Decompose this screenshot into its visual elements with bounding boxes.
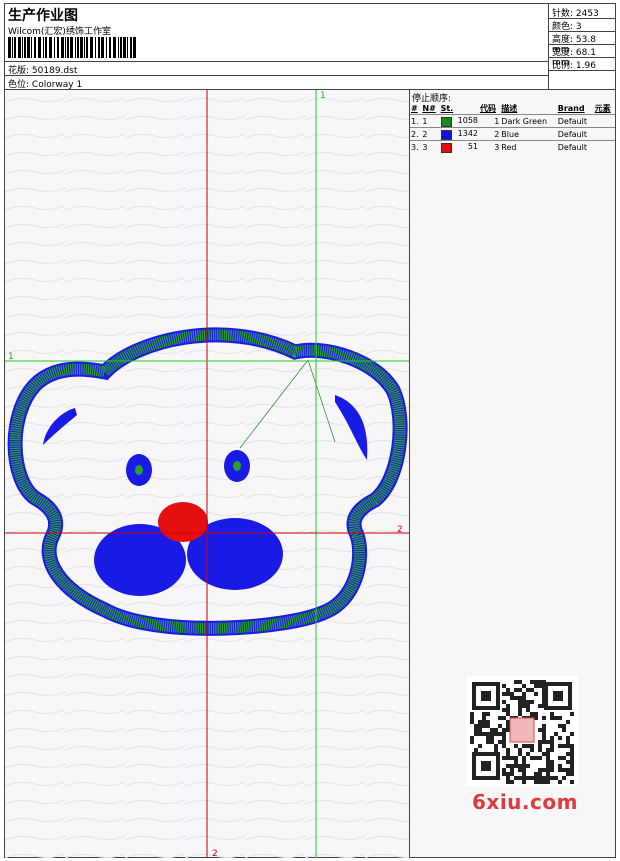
row-stitches: 1342 [439,127,480,141]
watermark-text: 6xiu.com [472,790,578,814]
row-description: Dark Green [500,114,557,128]
divider [5,75,548,76]
color-swatch [440,142,452,153]
row-index: 3. [410,140,422,153]
row-code: 1 [479,114,501,128]
barcode [8,37,136,58]
embroidery-design [5,90,409,858]
row-code: 3 [479,140,501,153]
stop-sequence-table: # N# St. 代码 描述 Brand 元素 1. 1 1058 1 Dark Gre… [410,102,615,153]
row-element [593,114,615,128]
header-info: 生产作业图 Wilcom(汇宏)绣饰工作室 花版: 50189.dst 色位: … [5,4,548,90]
row-stitches: 51 [439,140,480,153]
row-n: 3 [421,140,440,153]
col-element: 元素 [594,103,611,113]
axis-label-top: 1 [320,91,326,101]
row-description: Red [500,140,557,153]
col-code: 代码 [480,103,497,113]
qr-logo-icon [509,717,535,743]
row-index: 2. [410,127,422,141]
stop-row: 3. 3 51 3 Red Default [410,140,615,153]
row-n: 1 [421,114,440,128]
color-swatch [440,129,452,140]
qr-code[interactable] [466,676,578,786]
col-stitches: St. [440,103,454,113]
col-n: N# [422,103,436,113]
design-canvas: 1 2 1 2 [5,90,410,858]
sheet-header: 生产作业图 Wilcom(汇宏)绣饰工作室 花版: 50189.dst 色位: … [5,4,616,90]
row-description: Blue [500,127,557,141]
row-brand: Default [556,127,594,141]
stats-panel: 针数: 2453 颜色: 3 高度: 53.8 mm 宽度: 68.1 mm 比… [548,4,616,89]
sheet-title: 生产作业图 [8,8,78,24]
color-swatch [440,116,452,127]
axis-label-right: 2 [397,525,403,535]
stop-row: 1. 1 1058 1 Dark Green Default [410,114,615,128]
row-n: 2 [421,127,440,141]
row-index: 1. [410,114,422,128]
row-stitches: 1058 [439,114,480,128]
row-element [593,127,615,141]
col-description: 描述 [501,103,518,113]
nose [158,502,208,542]
colorway-line: 色位: Colorway 1 [8,77,82,90]
company-name: Wilcom(汇宏)绣饰工作室 [8,27,111,37]
col-brand: Brand [557,103,585,113]
stop-row: 2. 2 1342 2 Blue Default [410,127,615,141]
divider [5,61,548,62]
row-element [593,140,615,153]
axis-label-bottom: 2 [212,849,218,858]
colorway-value: Colorway 1 [31,80,83,90]
row-code: 2 [479,127,501,141]
axis-label-left: 1 [8,352,14,362]
col-index: # [411,103,418,113]
row-brand: Default [556,140,594,153]
row-brand: Default [556,114,594,128]
colorway-label: 色位: [8,80,30,90]
